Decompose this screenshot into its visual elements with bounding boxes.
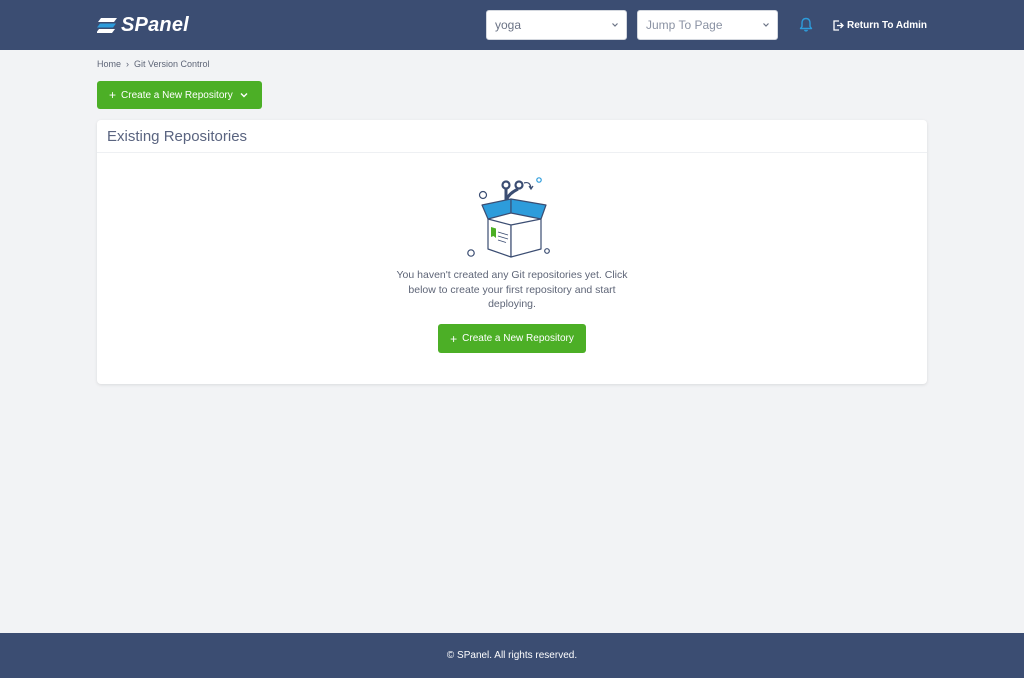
git-box-illustration [467, 177, 550, 258]
breadcrumb: Home › Git Version Control [97, 59, 210, 69]
breadcrumb-home[interactable]: Home [97, 59, 121, 69]
create-repository-button[interactable]: + Create a New Repository [438, 324, 586, 353]
user-select[interactable]: yoga [486, 10, 627, 40]
chevron-right-icon: › [126, 59, 130, 69]
bell-icon[interactable] [799, 17, 813, 33]
jump-to-page-select[interactable]: Jump To Page [637, 10, 778, 40]
brand-name: SPanel [121, 13, 189, 36]
brand-logo[interactable]: SPanel [97, 12, 189, 38]
footer-copyright: © SPanel. All rights reserved. [446, 650, 578, 661]
breadcrumb-current: Git Version Control [134, 59, 210, 69]
card-divider [97, 152, 927, 153]
user-select-value: yoga [495, 18, 522, 32]
create-repository-label: Create a New Repository [121, 89, 233, 101]
return-to-admin-link[interactable]: Return To Admin [833, 17, 927, 33]
plus-icon: + [450, 331, 458, 346]
create-repository-label: Create a New Repository [462, 333, 574, 344]
card-title: Existing Repositories [107, 128, 248, 145]
plus-icon: + [109, 88, 117, 102]
existing-repositories-card: Existing Repositories You haven't create… [97, 120, 927, 384]
jump-to-page-placeholder: Jump To Page [646, 18, 723, 32]
create-repository-dropdown-button[interactable]: + Create a New Repository [97, 81, 262, 109]
top-navbar: SPanel yoga Jump To Page Return To Admin [0, 0, 1024, 50]
return-to-admin-label: Return To Admin [847, 19, 927, 31]
spanel-logo-icon [97, 18, 117, 33]
chevron-down-icon [612, 23, 618, 27]
footer: © SPanel. All rights reserved. [0, 633, 1024, 678]
chevron-down-icon [763, 23, 769, 27]
logout-icon [833, 19, 844, 31]
empty-state-message: You haven't created any Git repositories… [396, 269, 628, 310]
chevron-down-icon [240, 93, 248, 98]
